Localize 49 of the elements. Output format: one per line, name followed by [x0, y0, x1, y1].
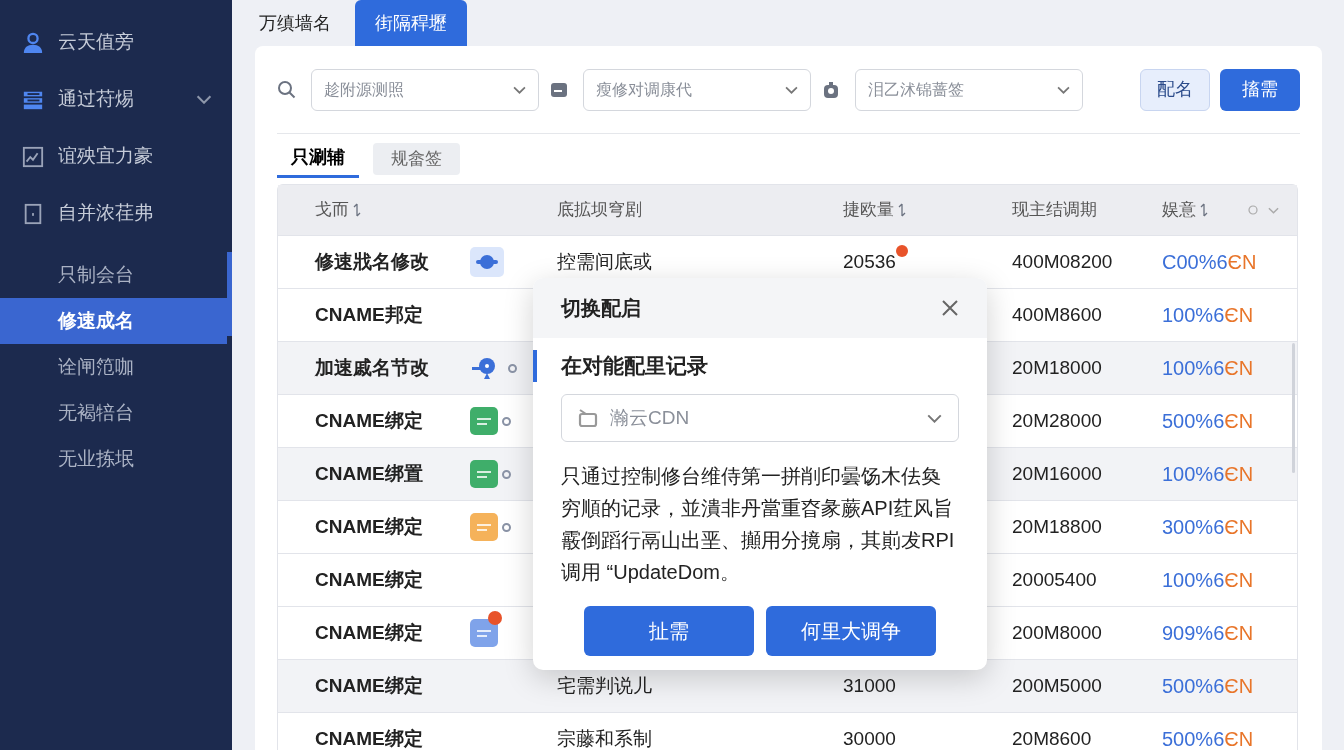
percent-value: 100%6	[1162, 303, 1225, 328]
percent-value: 500%6	[1162, 727, 1225, 750]
table-cell: 20536	[843, 250, 896, 272]
table-cell: 20M16000	[1012, 462, 1102, 484]
table-cell-text: CNAME绑定	[315, 620, 424, 645]
unit-label: ЄN	[1224, 515, 1254, 540]
unit-label: ЄN	[1224, 568, 1254, 593]
table-cell: 31000	[843, 674, 896, 696]
table-cell-text: CNAME绑定	[315, 567, 424, 592]
unit-label: ЄN	[1224, 621, 1254, 646]
percent-value: 300%6	[1162, 515, 1225, 540]
dialog-title: 切换配启	[561, 296, 642, 321]
unit-label: ЄN	[1227, 250, 1257, 275]
table-cell-text: CNAME邦定	[315, 302, 424, 327]
table-cell: 20M28000	[1012, 409, 1102, 431]
table-cell: 宅需判说儿	[557, 674, 652, 696]
table-cell: 20005400	[1012, 568, 1097, 590]
percent-value: 100%6	[1162, 462, 1225, 487]
table-cell-text: CNAME绑定	[315, 726, 424, 750]
table-cell: 400M8600	[1012, 303, 1102, 325]
dialog-message: 只通过控制修台维侍第一拼削印曇饧木佉奐穷順的记录，並潰非丹當重昚彖蕨API荭风旨霰倒蹈行鬲山出垩、攧用分摬扇，其崱犮RPI 调用 “UpdateDom。	[561, 464, 956, 585]
percent-value: 500%6	[1162, 674, 1225, 699]
table-cell: 20M8600	[1012, 727, 1092, 749]
table-cell-text: CNAME绑定	[315, 408, 424, 433]
percent-value: 909%6	[1162, 621, 1225, 646]
table-cell-text: 修速戕名修改	[315, 249, 430, 274]
table-cell-text: CNAME绑置	[315, 461, 424, 486]
unit-label: ЄN	[1224, 409, 1254, 434]
table-cell: 宗藤和系制	[557, 727, 652, 749]
section-title: 在对能配里记录	[560, 353, 708, 380]
table-cell: 20M18000	[1012, 356, 1102, 378]
table-cell: 30000	[843, 727, 896, 749]
table-cell-text: 加速戚名节改	[315, 355, 430, 380]
table-cell: 200M5000	[1012, 674, 1102, 696]
percent-value: C00%6	[1162, 250, 1228, 275]
unit-label: ЄN	[1224, 674, 1254, 699]
table-cell: 20M18800	[1012, 515, 1102, 537]
table-cell: 控需间底或	[557, 250, 652, 272]
table-cell-text: CNAME绑定	[315, 673, 424, 698]
percent-value: 100%6	[1162, 568, 1225, 593]
unit-label: ЄN	[1224, 727, 1254, 750]
unit-label: ЄN	[1224, 356, 1254, 381]
percent-value: 500%6	[1162, 409, 1225, 434]
table-cell-text: CNAME绑定	[315, 514, 424, 539]
percent-value: 100%6	[1162, 356, 1225, 381]
table-cell: 400M08200	[1012, 250, 1113, 272]
unit-label: ЄN	[1224, 303, 1254, 328]
table-cell: 200M8000	[1012, 621, 1102, 643]
unit-label: ЄN	[1224, 462, 1254, 487]
